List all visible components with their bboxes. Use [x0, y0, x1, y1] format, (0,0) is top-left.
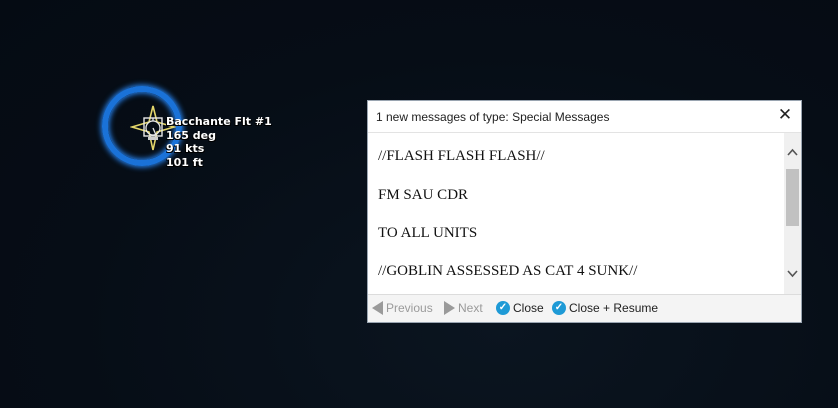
close-resume-label: Close + Resume — [569, 301, 659, 315]
scroll-up-icon[interactable] — [784, 145, 801, 162]
previous-label: Previous — [386, 301, 433, 315]
arrow-right-icon — [444, 301, 455, 315]
dialog-title: 1 new messages of type: Special Messages — [376, 110, 610, 124]
unit-label: Bacchante Flt #1 165 deg 91 kts 101 ft — [166, 115, 272, 169]
unit-name: Bacchante Flt #1 — [166, 115, 272, 128]
next-button[interactable]: Next — [444, 301, 483, 315]
message-line: //GOBLIN ASSESSED AS CAT 4 SUNK// — [378, 263, 638, 279]
message-line: //FLASH FLASH FLASH// — [378, 148, 545, 164]
message-line: FM SAU CDR — [378, 187, 469, 203]
message-body[interactable]: //FLASH FLASH FLASH// FM SAU CDR TO ALL … — [368, 133, 783, 296]
next-label: Next — [458, 301, 483, 315]
message-scrollbar[interactable] — [784, 133, 801, 296]
special-messages-dialog: 1 new messages of type: Special Messages… — [367, 100, 802, 323]
unit-speed: 91 kts — [166, 142, 205, 155]
scroll-down-icon[interactable] — [784, 267, 801, 284]
close-icon[interactable]: ✕ — [777, 106, 793, 123]
check-circle-icon: ✓ — [496, 301, 510, 315]
dialog-footer: Previous Next ✓ Close ✓ Close + Resume — [368, 294, 801, 322]
message-line: TO ALL UNITS — [378, 225, 478, 241]
close-button[interactable]: ✓ Close — [496, 301, 544, 315]
unit-altitude: 101 ft — [166, 155, 203, 169]
unit-heading: 165 deg — [166, 128, 216, 142]
check-circle-icon: ✓ — [552, 301, 566, 315]
dialog-header: 1 new messages of type: Special Messages… — [368, 101, 801, 133]
close-resume-button[interactable]: ✓ Close + Resume — [552, 301, 658, 315]
scroll-thumb[interactable] — [786, 169, 799, 226]
close-label: Close — [513, 301, 544, 315]
previous-button[interactable]: Previous — [372, 301, 433, 315]
arrow-left-icon — [372, 301, 383, 315]
